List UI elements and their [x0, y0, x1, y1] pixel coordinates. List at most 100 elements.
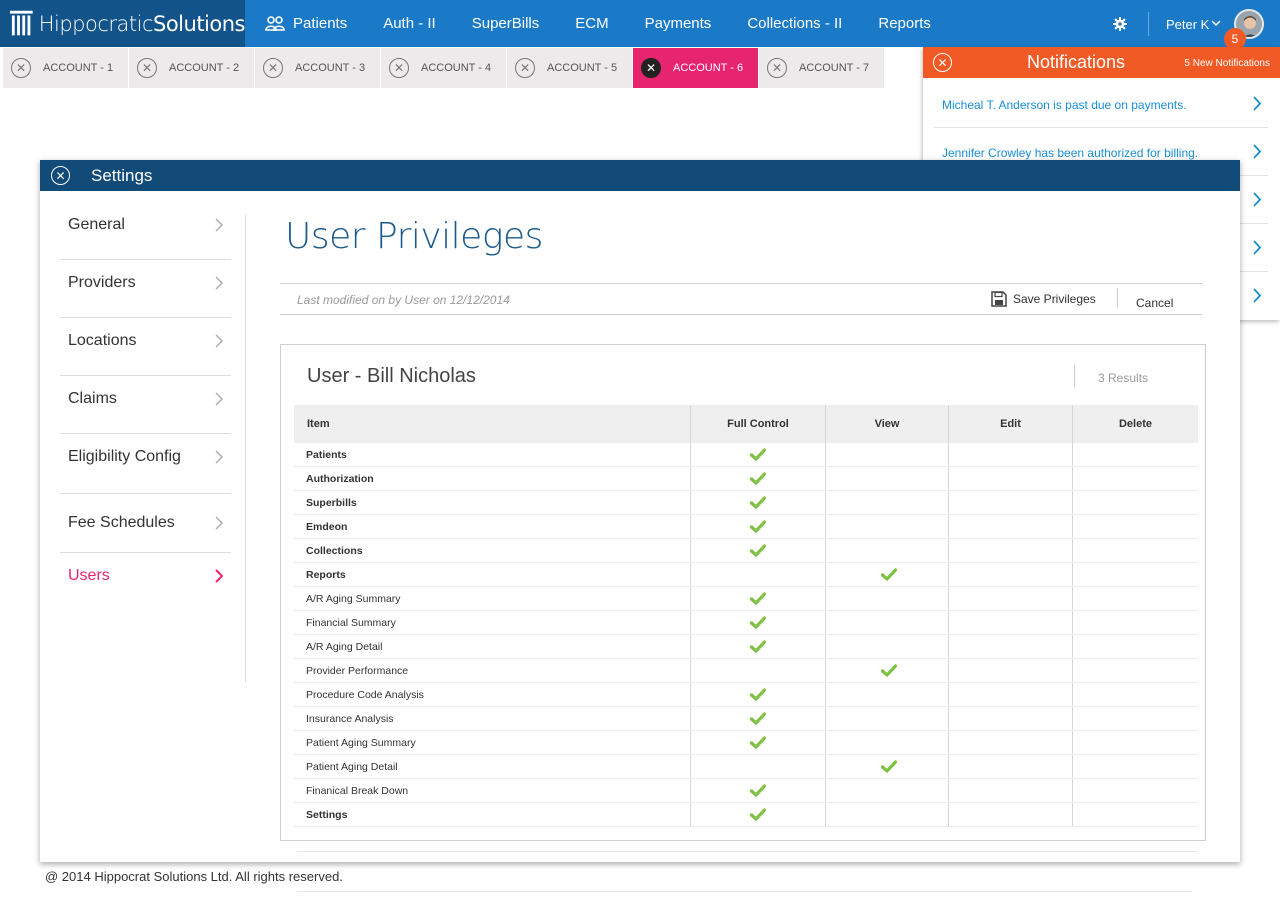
edit-cell[interactable] — [948, 803, 1072, 826]
view-cell[interactable] — [825, 635, 948, 658]
close-icon[interactable]: ✕ — [263, 58, 283, 78]
edit-cell[interactable] — [948, 443, 1072, 466]
sidebar-item-locations[interactable]: Locations — [60, 318, 231, 376]
full-control-cell[interactable] — [690, 611, 825, 634]
nav-item-reports[interactable]: Reports — [878, 15, 931, 32]
delete-cell[interactable] — [1072, 659, 1198, 682]
edit-cell[interactable] — [948, 731, 1072, 754]
tab-account-2[interactable]: ✕ ACCOUNT - 2 — [129, 48, 254, 88]
save-privileges-button[interactable]: Save Privileges — [991, 291, 1096, 307]
close-icon[interactable]: ✕ — [767, 58, 787, 78]
delete-cell[interactable] — [1072, 803, 1198, 826]
column-header-item[interactable]: Item — [294, 405, 690, 443]
edit-cell[interactable] — [948, 755, 1072, 778]
full-control-cell[interactable] — [690, 731, 825, 754]
full-control-cell[interactable] — [690, 491, 825, 514]
full-control-cell[interactable] — [690, 563, 825, 586]
close-icon[interactable]: ✕ — [389, 58, 409, 78]
nav-item-ecm[interactable]: ECM — [575, 15, 608, 32]
full-control-cell[interactable] — [690, 467, 825, 490]
full-control-cell[interactable] — [690, 755, 825, 778]
edit-cell[interactable] — [948, 659, 1072, 682]
view-cell[interactable] — [825, 587, 948, 610]
tab-account-7[interactable]: ✕ ACCOUNT - 7 — [759, 48, 884, 88]
column-header-full-control[interactable]: Full Control — [690, 405, 825, 443]
edit-cell[interactable] — [948, 611, 1072, 634]
view-cell[interactable] — [825, 563, 948, 586]
close-icon[interactable]: ✕ — [933, 53, 952, 72]
full-control-cell[interactable] — [690, 539, 825, 562]
view-cell[interactable] — [825, 491, 948, 514]
delete-cell[interactable] — [1072, 539, 1198, 562]
tab-account-4[interactable]: ✕ ACCOUNT - 4 — [381, 48, 506, 88]
sidebar-item-fee-schedules[interactable]: Fee Schedules — [60, 494, 231, 553]
delete-cell[interactable] — [1072, 611, 1198, 634]
nav-item-patients[interactable]: Patients — [265, 15, 347, 32]
sidebar-item-eligibility-config[interactable]: Eligibility Config — [60, 434, 231, 494]
delete-cell[interactable] — [1072, 683, 1198, 706]
full-control-cell[interactable] — [690, 515, 825, 538]
delete-cell[interactable] — [1072, 707, 1198, 730]
delete-cell[interactable] — [1072, 755, 1198, 778]
full-control-cell[interactable] — [690, 803, 825, 826]
tab-account-5[interactable]: ✕ ACCOUNT - 5 — [507, 48, 632, 88]
close-icon[interactable]: ✕ — [51, 166, 70, 185]
edit-cell[interactable] — [948, 683, 1072, 706]
view-cell[interactable] — [825, 611, 948, 634]
full-control-cell[interactable] — [690, 779, 825, 802]
cancel-button[interactable]: Cancel — [1136, 296, 1173, 310]
view-cell[interactable] — [825, 779, 948, 802]
sidebar-item-providers[interactable]: Providers — [60, 260, 231, 318]
view-cell[interactable] — [825, 443, 948, 466]
close-icon[interactable]: ✕ — [641, 58, 661, 78]
view-cell[interactable] — [825, 731, 948, 754]
full-control-cell[interactable] — [690, 683, 825, 706]
view-cell[interactable] — [825, 683, 948, 706]
gear-icon[interactable] — [1113, 17, 1127, 31]
delete-cell[interactable] — [1072, 635, 1198, 658]
full-control-cell[interactable] — [690, 659, 825, 682]
sidebar-item-general[interactable]: General — [60, 202, 231, 260]
nav-item-superbills[interactable]: SuperBills — [472, 15, 540, 32]
view-cell[interactable] — [825, 467, 948, 490]
full-control-cell[interactable] — [690, 587, 825, 610]
delete-cell[interactable] — [1072, 467, 1198, 490]
close-icon[interactable]: ✕ — [11, 58, 31, 78]
app-logo[interactable]: HippocraticSolutions — [0, 0, 246, 47]
tab-account-6[interactable]: ✕ ACCOUNT - 6 — [633, 48, 758, 88]
view-cell[interactable] — [825, 539, 948, 562]
tab-account-3[interactable]: ✕ ACCOUNT - 3 — [255, 48, 380, 88]
notification-item[interactable]: Micheal T. Anderson is past due on payme… — [934, 80, 1268, 128]
edit-cell[interactable] — [948, 779, 1072, 802]
column-header-view[interactable]: View — [825, 405, 948, 443]
column-header-edit[interactable]: Edit — [948, 405, 1072, 443]
close-icon[interactable]: ✕ — [515, 58, 535, 78]
chevron-down-icon[interactable] — [1211, 20, 1221, 27]
edit-cell[interactable] — [948, 539, 1072, 562]
full-control-cell[interactable] — [690, 443, 825, 466]
view-cell[interactable] — [825, 659, 948, 682]
nav-item-collections[interactable]: Collections - II — [747, 15, 842, 32]
delete-cell[interactable] — [1072, 515, 1198, 538]
view-cell[interactable] — [825, 755, 948, 778]
sidebar-item-claims[interactable]: Claims — [60, 376, 231, 434]
column-header-delete[interactable]: Delete — [1072, 405, 1198, 443]
nav-item-payments[interactable]: Payments — [645, 15, 712, 32]
edit-cell[interactable] — [948, 515, 1072, 538]
full-control-cell[interactable] — [690, 635, 825, 658]
delete-cell[interactable] — [1072, 587, 1198, 610]
nav-item-auth[interactable]: Auth - II — [383, 15, 436, 32]
delete-cell[interactable] — [1072, 563, 1198, 586]
delete-cell[interactable] — [1072, 443, 1198, 466]
full-control-cell[interactable] — [690, 707, 825, 730]
delete-cell[interactable] — [1072, 779, 1198, 802]
tab-account-1[interactable]: ✕ ACCOUNT - 1 — [3, 48, 128, 88]
view-cell[interactable] — [825, 515, 948, 538]
sidebar-item-users[interactable]: Users — [60, 553, 231, 611]
edit-cell[interactable] — [948, 467, 1072, 490]
view-cell[interactable] — [825, 803, 948, 826]
delete-cell[interactable] — [1072, 491, 1198, 514]
view-cell[interactable] — [825, 707, 948, 730]
edit-cell[interactable] — [948, 635, 1072, 658]
delete-cell[interactable] — [1072, 731, 1198, 754]
